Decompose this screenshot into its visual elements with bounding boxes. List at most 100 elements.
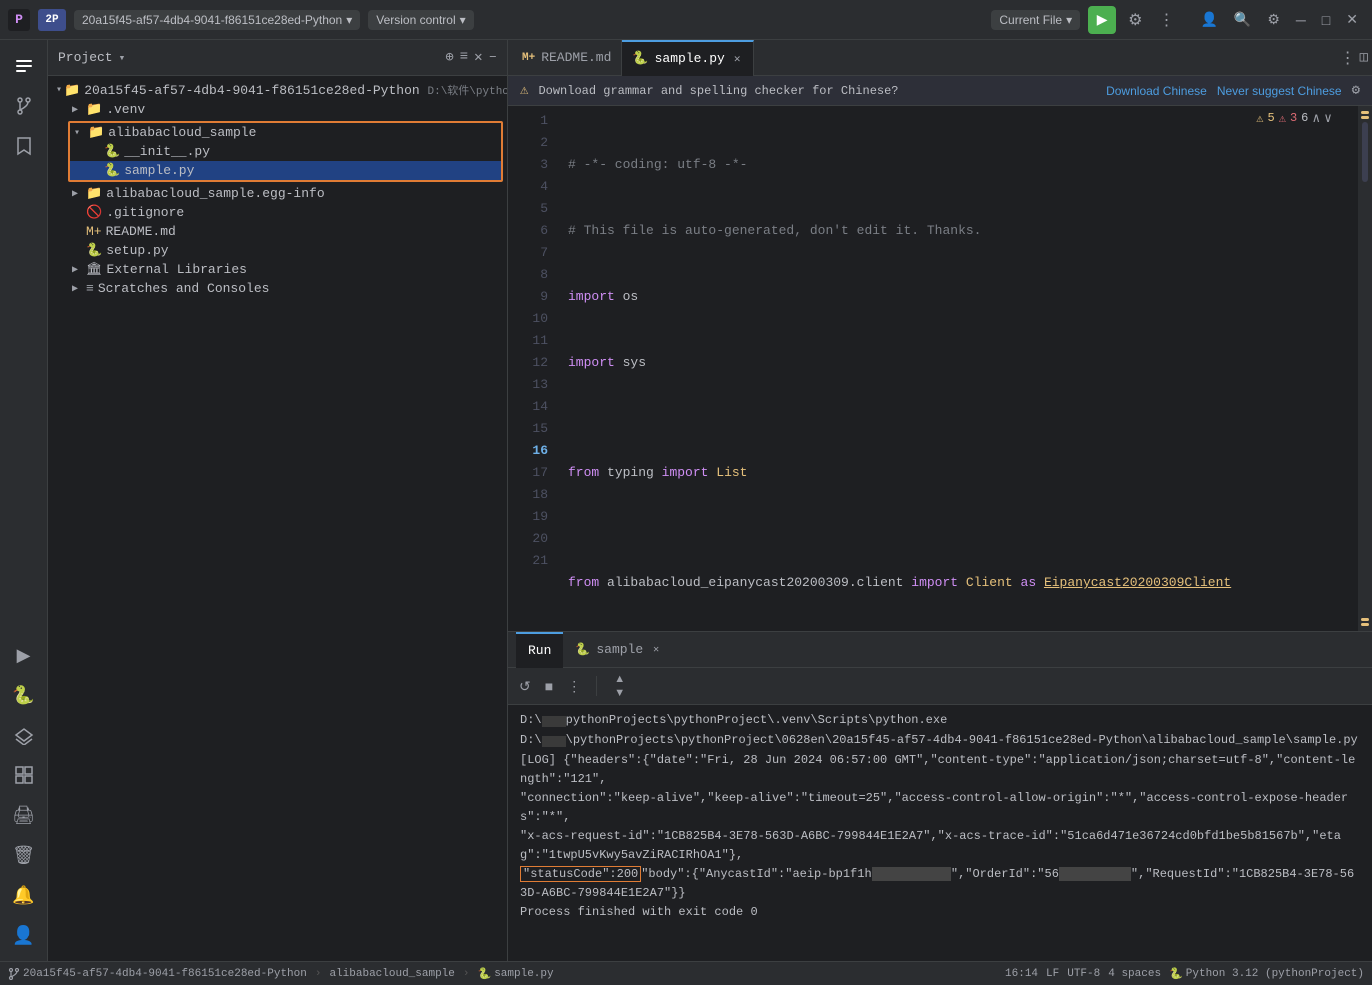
tree-item-readme[interactable]: M+ README.md	[48, 222, 507, 241]
tree-root[interactable]: ▾ 📁 20a15f45-af57-4db4-9041-f86151ce28ed…	[48, 80, 507, 100]
alibaba-label: alibabacloud_sample	[108, 125, 256, 140]
panel-minimize-icon[interactable]: –	[489, 49, 497, 66]
tree-item-gitignore[interactable]: 🚫 .gitignore	[48, 203, 507, 222]
sidebar-item-layers[interactable]	[6, 717, 42, 753]
editor-scrollbar[interactable]	[1358, 106, 1372, 631]
notif-settings-icon[interactable]: ⚙	[1352, 82, 1360, 99]
scroll-up-btn[interactable]: ▲	[611, 672, 628, 686]
logo-letter: P	[15, 12, 23, 27]
sample-label: sample.py	[124, 163, 194, 178]
tree-item-sample[interactable]: 🐍 sample.py	[70, 161, 501, 180]
current-file-label: Current File	[999, 13, 1062, 27]
scrollbar-warn-2	[1361, 116, 1369, 119]
cf-arrow: ▾	[1066, 13, 1072, 27]
bottom-tabs: Run 🐍 sample ✕	[508, 632, 1372, 668]
maximize-btn[interactable]: □	[1316, 9, 1336, 30]
scroll-down-btn[interactable]: ▼	[611, 686, 628, 700]
sidebar-item-python[interactable]: 🐍	[6, 677, 42, 713]
sample-tab-icon-bottom: 🐍	[575, 642, 590, 657]
sidebar-item-trash[interactable]: 🗑	[6, 837, 42, 873]
sidebar-item-alert[interactable]: 🔔	[6, 877, 42, 913]
sidebar-item-run[interactable]: ▶	[6, 637, 42, 673]
status-pos: 16:14	[1005, 968, 1038, 980]
status-vcs[interactable]: 20a15f45-af57-4db4-9041-f86151ce28ed-Pyt…	[8, 968, 307, 980]
settings-btn[interactable]: ⚙	[1261, 9, 1286, 30]
never-suggest-btn[interactable]: Never suggest Chinese	[1217, 84, 1342, 98]
panel-locate-icon[interactable]: ⊕	[445, 49, 453, 66]
sample-tab-close[interactable]: ✕	[653, 644, 659, 656]
extlibs-label: External Libraries	[107, 262, 247, 277]
search-icon-btn[interactable]: 🔍	[1228, 9, 1257, 30]
tab-close-icon[interactable]: ✕	[731, 51, 744, 67]
sidebar-bottom-icons: ▶ 🐍 🖨 🗑 🔔 👤	[6, 637, 42, 953]
line-numbers: 12345 678910 1112131415 16 1718192021	[508, 106, 556, 631]
status-sep2: ›	[463, 968, 470, 980]
sidebar-item-person[interactable]: 👤	[6, 917, 42, 953]
status-charset[interactable]: UTF-8	[1067, 968, 1100, 980]
sample-py-icon: 🐍	[104, 163, 120, 178]
egg-folder-icon: 📁	[86, 186, 102, 201]
tree-item-venv[interactable]: ▶ 📁 .venv	[48, 100, 507, 119]
init-label: __init__.py	[124, 144, 210, 159]
tab-sample[interactable]: 🐍 sample.py ✕	[622, 40, 754, 76]
git-icon: 🚫	[86, 205, 102, 220]
current-file-btn[interactable]: Current File ▾	[991, 10, 1080, 30]
sample-tab-label-bottom: sample	[596, 642, 643, 657]
badge-down-btn[interactable]: ∨	[1324, 111, 1332, 126]
sidebar-item-vcs[interactable]	[6, 88, 42, 124]
status-lf[interactable]: LF	[1046, 968, 1059, 980]
scrollbar-warn-4	[1361, 623, 1369, 626]
readme-label: README.md	[106, 224, 176, 239]
readme-tab-icon: M+	[522, 52, 535, 64]
err-triangle-icon: ⚠	[1279, 111, 1286, 126]
panel-config-icon[interactable]: ≡	[460, 49, 468, 66]
console-line-5: "x-acs-request-id":"1CB825B4-3E78-563D-A…	[520, 827, 1360, 865]
scratches-icon: ≡	[86, 281, 94, 296]
profile-icon[interactable]: 👤	[1194, 9, 1223, 30]
panel-close-icon[interactable]: ✕	[474, 49, 482, 66]
download-chinese-btn[interactable]: Download Chinese	[1106, 84, 1207, 98]
rerun-btn[interactable]: ↺	[516, 675, 534, 698]
editor-sidebar-toggle[interactable]: ◫	[1360, 49, 1368, 66]
sidebar-item-print[interactable]: 🖨	[6, 797, 42, 833]
sidebar-item-bookmark[interactable]	[6, 128, 42, 164]
icon-sidebar: ▶ 🐍 🖨 🗑 🔔 👤	[0, 40, 48, 961]
code-editor[interactable]: 12345 678910 1112131415 16 1718192021 # …	[508, 106, 1358, 631]
scroll-btns: ▲ ▼	[611, 672, 628, 700]
status-filename: sample.py	[494, 968, 553, 980]
bottom-tab-sample[interactable]: 🐍 sample ✕	[563, 632, 671, 668]
stop-btn[interactable]: ■	[542, 675, 556, 697]
minimize-btn[interactable]: ─	[1290, 9, 1312, 30]
run-button[interactable]: ▶	[1088, 6, 1116, 34]
gitignore-label: .gitignore	[106, 205, 184, 220]
tree-item-egg[interactable]: ▶ 📁 alibabacloud_sample.egg-info	[48, 184, 507, 203]
more-btn[interactable]: ⋮	[1154, 6, 1178, 34]
project-selector[interactable]: 20a15f45-af57-4db4-9041-f86151ce28ed-Pyt…	[74, 10, 360, 30]
close-btn[interactable]: ✕	[1340, 9, 1364, 30]
scrollbar-warn-1	[1361, 111, 1369, 114]
bottom-tab-run[interactable]: Run	[516, 632, 563, 668]
tree-item-init[interactable]: 🐍 __init__.py	[70, 142, 501, 161]
readme-md-icon: M+	[86, 224, 102, 239]
alibaba-arrow: ▾	[74, 127, 86, 139]
console-line-exit: Process finished with exit code 0	[520, 903, 1360, 922]
tabs-more-btn[interactable]: ⋮	[1340, 48, 1356, 68]
tree-item-extlibs[interactable]: ▶ 🏛 External Libraries	[48, 260, 507, 279]
sidebar-item-layout[interactable]	[6, 757, 42, 793]
tab-readme[interactable]: M+ README.md	[512, 40, 622, 76]
status-position[interactable]: 16:14	[1005, 968, 1038, 980]
status-indent[interactable]: 4 spaces	[1108, 968, 1161, 980]
more-tool-btn[interactable]: ⋮	[564, 675, 584, 698]
version-control-btn[interactable]: Version control ▾	[368, 10, 473, 30]
tree-item-scratches[interactable]: ▶ ≡ Scratches and Consoles	[48, 279, 507, 298]
status-python[interactable]: 🐍 Python 3.12 (pythonProject)	[1169, 967, 1364, 981]
tree-item-setup[interactable]: 🐍 setup.py	[48, 241, 507, 260]
root-path: D:\软件\pythonProj	[428, 86, 508, 98]
settings-icon-btn[interactable]: ⚙	[1124, 6, 1146, 34]
scrollbar-thumb[interactable]	[1362, 122, 1368, 182]
badge-up-btn[interactable]: ∧	[1312, 111, 1320, 126]
sidebar-item-project[interactable]	[6, 48, 42, 84]
tree-item-alibabacloud[interactable]: ▾ 📁 alibabacloud_sample	[70, 123, 501, 142]
egg-arrow: ▶	[72, 188, 84, 200]
status-code-highlight: "statusCode":200	[520, 866, 641, 882]
